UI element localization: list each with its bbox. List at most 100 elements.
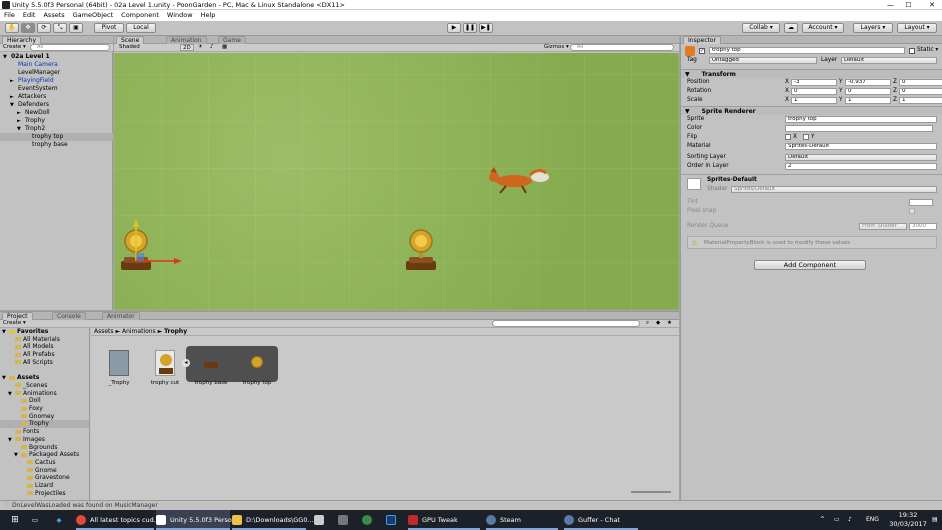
breadcrumb-trophy[interactable]: Trophy [164, 328, 187, 335]
render-queue-field[interactable]: 3000 [909, 223, 937, 230]
audio-icon[interactable]: ♪ [210, 44, 214, 51]
hierarchy-item[interactable]: ► Attackers [0, 93, 113, 101]
star-icon[interactable]: ★ [667, 320, 672, 327]
sprite-renderer-header[interactable]: ▼ Sprite Renderer [681, 106, 942, 115]
play-button[interactable]: ▶ [447, 23, 461, 33]
scale-x-field[interactable]: 1 [791, 97, 837, 104]
tab-game[interactable]: Game [218, 36, 246, 44]
flip-x-checkbox[interactable] [785, 134, 791, 140]
position-z-field[interactable]: 0 [899, 79, 942, 86]
expand-arrow-icon[interactable]: ► [10, 93, 18, 101]
shading-mode-dropdown[interactable]: Shaded [119, 44, 140, 51]
project-tree-item[interactable]: Projectiles [0, 490, 89, 498]
scale-tool-icon[interactable]: ⤡ [53, 23, 67, 33]
static-checkbox[interactable] [909, 48, 915, 54]
photoshop-alt-icon[interactable] [362, 510, 376, 530]
hierarchy-item[interactable]: ► Trophy [0, 117, 113, 125]
start-icon[interactable]: ⊞ [4, 510, 26, 530]
shader-dropdown[interactable]: Sprites/Default [731, 186, 937, 193]
flip-y-checkbox[interactable] [803, 134, 809, 140]
expand-arrow-icon[interactable]: ► [10, 77, 18, 85]
hierarchy-item[interactable]: ▼ Troph2 [0, 125, 113, 133]
pivot-toggle[interactable]: Pivot [94, 23, 124, 33]
tab-project[interactable]: Project [2, 312, 33, 320]
rotation-z-field[interactable]: 0 [899, 88, 942, 95]
pause-button[interactable]: ❚❚ [463, 23, 477, 33]
taskbar-chrome[interactable]: All latest topics cud... [76, 510, 160, 530]
gameobject-name-field[interactable]: trophy top [709, 47, 905, 54]
asset-trophy-cut[interactable]: trophy cut [145, 350, 185, 386]
tab-console[interactable]: Console [52, 312, 86, 320]
account-dropdown[interactable]: Account ▾ [802, 23, 844, 33]
gizmos-dropdown[interactable]: Gizmos ▾ [544, 44, 569, 51]
hierarchy-item[interactable]: trophy base [0, 141, 113, 149]
status-message[interactable]: DnLevelWasLoaded was found on MusicManag… [12, 502, 158, 509]
hierarchy-search-input[interactable]: All [30, 44, 110, 51]
render-queue-mode-dropdown[interactable]: From Shader [859, 223, 907, 230]
tab-inspector[interactable]: Inspector [683, 36, 721, 44]
color-field[interactable] [785, 125, 933, 132]
clock[interactable]: 19:32 30/03/2017 [888, 510, 928, 530]
trophy-sprite-center[interactable] [406, 229, 436, 270]
rotation-x-field[interactable]: 0 [791, 88, 837, 95]
scene-search-input[interactable]: All [570, 44, 674, 51]
active-checkbox[interactable]: ✓ [699, 48, 705, 54]
tag-dropdown[interactable]: Untagged [709, 57, 817, 64]
order-in-layer-field[interactable]: 2 [785, 163, 937, 170]
expand-arrow-icon[interactable]: ▼ [3, 53, 11, 61]
transform-header[interactable]: ▼ Transform [681, 69, 942, 78]
taskbar-gpu-tweak[interactable]: GPU Tweak [408, 510, 480, 530]
material-field[interactable]: Sprites-Default [785, 143, 937, 150]
tab-animator[interactable]: Animator [102, 312, 140, 320]
language-indicator[interactable]: ENG [866, 510, 882, 530]
menu-assets[interactable]: Assets [39, 10, 68, 21]
position-x-field[interactable]: -3 [791, 79, 837, 86]
filter-icon[interactable]: ⌕ [646, 320, 649, 327]
hierarchy-item[interactable]: ▼ Defenders [0, 101, 113, 109]
scale-y-field[interactable]: 1 [845, 97, 891, 104]
maximize-button[interactable]: ☐ [901, 0, 916, 10]
icon-size-slider[interactable] [631, 491, 671, 493]
expand-arrow-icon[interactable]: ► [17, 109, 25, 117]
collab-dropdown[interactable]: Collab ▾ [742, 23, 780, 33]
layer-dropdown[interactable]: Default [841, 57, 937, 64]
asset-trophy-top[interactable]: trophy top [237, 350, 277, 386]
notifications-icon[interactable]: ▤ [932, 510, 942, 530]
fox-sprite[interactable] [489, 167, 549, 194]
menu-edit[interactable]: Edit [19, 10, 40, 21]
tab-scene[interactable]: Scene [116, 36, 145, 44]
taskbar-unity[interactable]: Unity 5.5.0f3 Perso... [156, 510, 238, 530]
asset-controller[interactable]: _Trophy [99, 350, 139, 386]
taskbar-steam-chat[interactable]: Guffer - Chat [564, 510, 638, 530]
hierarchy-item[interactable]: EventSystem [0, 85, 113, 93]
tab-animation[interactable]: Animation [166, 36, 207, 44]
menu-window[interactable]: Window [163, 10, 197, 21]
menu-help[interactable]: Help [197, 10, 220, 21]
rotation-y-field[interactable]: 0 [845, 88, 891, 95]
scale-z-field[interactable]: 1 [899, 97, 942, 104]
hierarchy-item[interactable]: ► PlayingField [0, 77, 113, 85]
add-component-button[interactable]: Add Component [754, 260, 866, 270]
hierarchy-item[interactable]: ▼ 02a Level 1 [0, 53, 113, 61]
store-icon[interactable] [314, 510, 328, 530]
taskbar-explorer[interactable]: D:\Downloads\GG0... [232, 510, 314, 530]
expand-arrow-icon[interactable]: ► [17, 117, 25, 125]
breadcrumb-animations[interactable]: Animations [122, 328, 156, 335]
hierarchy-item[interactable]: Main Camera [0, 61, 113, 69]
scene-viewport[interactable] [114, 53, 679, 310]
tab-hierarchy[interactable]: Hierarchy [2, 36, 42, 44]
breadcrumb-assets[interactable]: Assets [94, 328, 114, 335]
hierarchy-create-button[interactable]: Create ▾ [3, 44, 26, 51]
rotate-tool-icon[interactable]: ⟳ [37, 23, 51, 33]
minimize-button[interactable]: — [883, 0, 898, 10]
tray-expand-icon[interactable]: ^ [820, 510, 830, 530]
expand-arrow-icon[interactable]: ▼ [17, 125, 25, 133]
menu-gameobject[interactable]: GameObject [69, 10, 118, 21]
move-tool-icon[interactable]: ✥ [21, 23, 35, 33]
lighting-icon[interactable]: ☀ [198, 44, 203, 51]
local-toggle[interactable]: Local [126, 23, 156, 33]
position-y-field[interactable]: -0.937 [845, 79, 891, 86]
sorting-layer-dropdown[interactable]: Default [785, 154, 937, 161]
security-app-icon[interactable]: ◆ [52, 510, 66, 530]
toggle-2d-button[interactable]: 2D [180, 44, 194, 51]
